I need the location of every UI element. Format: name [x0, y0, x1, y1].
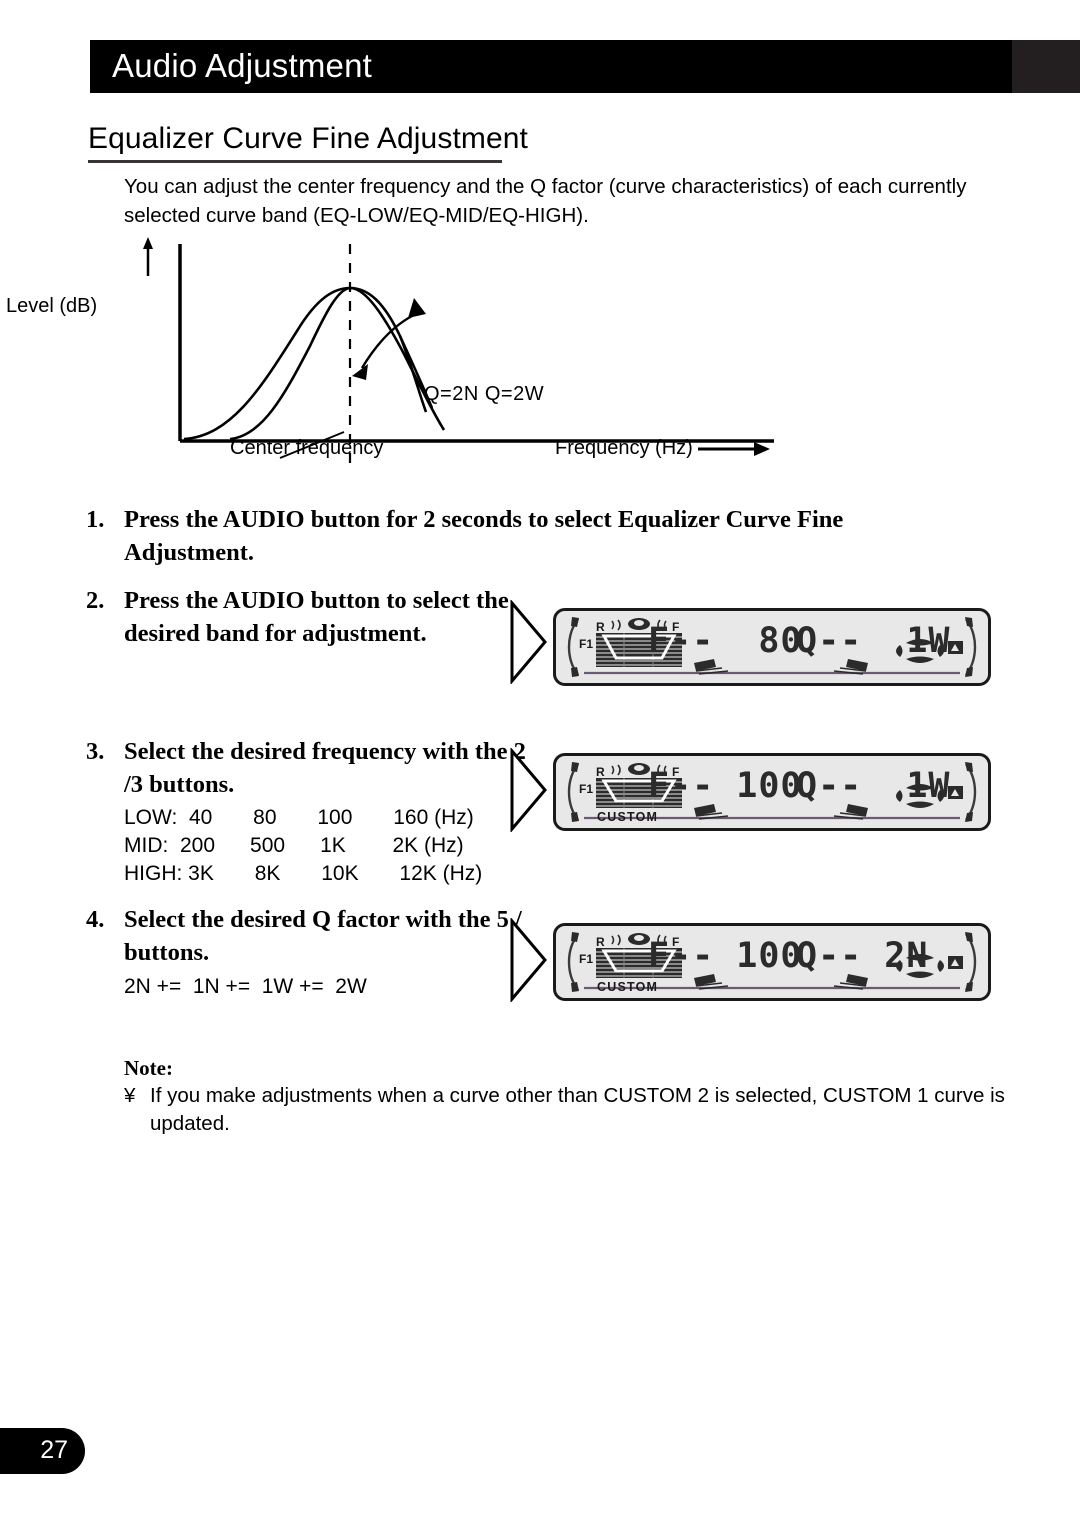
note-body: ¥ If you make adjustments when a curve o… — [124, 1082, 1054, 1138]
section-heading-underline — [88, 160, 502, 163]
step-4-text: Select the desired Q factor with the 5 /… — [124, 906, 522, 966]
step-3-text: Select the desired frequency with the 2 … — [124, 738, 526, 798]
graph-center-frequency-label: Center frequency — [230, 437, 384, 459]
lcd-3-frequency-readout: F-- 100 — [648, 936, 803, 976]
section-heading: Equalizer Curve Fine Adjustment — [88, 122, 528, 155]
page-title: Audio Adjustment — [112, 46, 373, 84]
page-header-bar: Audio Adjustment — [90, 40, 1080, 93]
note-text: If you make adjustments when a curve oth… — [150, 1084, 1005, 1135]
page-number: 27 — [40, 1435, 68, 1464]
intro-paragraph: You can adjust the center frequency and … — [124, 175, 967, 227]
svg-text:F1: F1 — [579, 782, 593, 796]
frequency-options-list: LOW: 40 80 100 160 (Hz) MID: 200 500 1K … — [124, 806, 483, 885]
step-4: 4. Select the desired Q factor with the … — [86, 903, 526, 969]
lcd-3-custom-tag: CUSTOM — [597, 980, 659, 994]
step-1-text: Press the AUDIO button for 2 seconds to … — [124, 506, 844, 566]
step-2-text: Press the AUDIO button to select the des… — [124, 587, 509, 647]
step-4-number: 4. — [86, 906, 105, 933]
step-1-number: 1. — [86, 506, 105, 533]
svg-text:R: R — [596, 765, 605, 779]
graph-curve-labels: Q=2N Q=2W — [424, 383, 545, 405]
svg-text:R: R — [596, 935, 605, 949]
svg-text:F1: F1 — [579, 952, 593, 966]
note-bullet-icon: ¥ — [124, 1084, 136, 1107]
step-3: 3. Select the desired frequency with the… — [86, 735, 526, 801]
step-1: 1. Press the AUDIO button for 2 seconds … — [86, 503, 916, 569]
svg-text:F1: F1 — [579, 637, 593, 651]
pointer-triangle-icon-1 — [508, 598, 548, 686]
pointer-triangle-icon-3 — [508, 916, 548, 1004]
lcd-display-3: F1 R F F-- 100 Q-- 2N CUSTOM — [553, 923, 991, 1001]
lcd-3-q-readout: Q-- 2N — [796, 936, 929, 976]
step-3-number: 3. — [86, 738, 105, 765]
step-2-number: 2. — [86, 587, 105, 614]
note-heading: Note: — [124, 1056, 173, 1080]
lcd-2-frequency-readout: F-- 100 — [648, 766, 803, 806]
page-number-tab: 27 — [0, 1428, 85, 1474]
q-factor-options-list: 2N += 1N += 1W += 2W — [124, 975, 367, 998]
lcd-2-custom-tag: CUSTOM — [597, 810, 659, 824]
pointer-triangle-icon-2 — [508, 746, 548, 834]
lcd-display-1: F1 R F F-- 80 Q-- 1W — [553, 608, 991, 686]
header-bar-tail — [1012, 40, 1080, 93]
graph-x-axis-label: Frequency (Hz) — [555, 437, 693, 459]
lcd-2-q-readout: Q-- 1W — [796, 766, 951, 806]
lcd-1-q-readout: Q-- 1W — [796, 621, 951, 661]
lcd-display-2: F1 R F F-- 100 Q-- 1W CUSTOM — [553, 753, 991, 831]
lcd-1-frequency-readout: F-- 80 — [648, 621, 803, 661]
svg-text:R: R — [596, 620, 605, 634]
step-2: 2. Press the AUDIO button to select the … — [86, 584, 526, 650]
graph-y-axis-label: Level (dB) — [6, 295, 98, 317]
